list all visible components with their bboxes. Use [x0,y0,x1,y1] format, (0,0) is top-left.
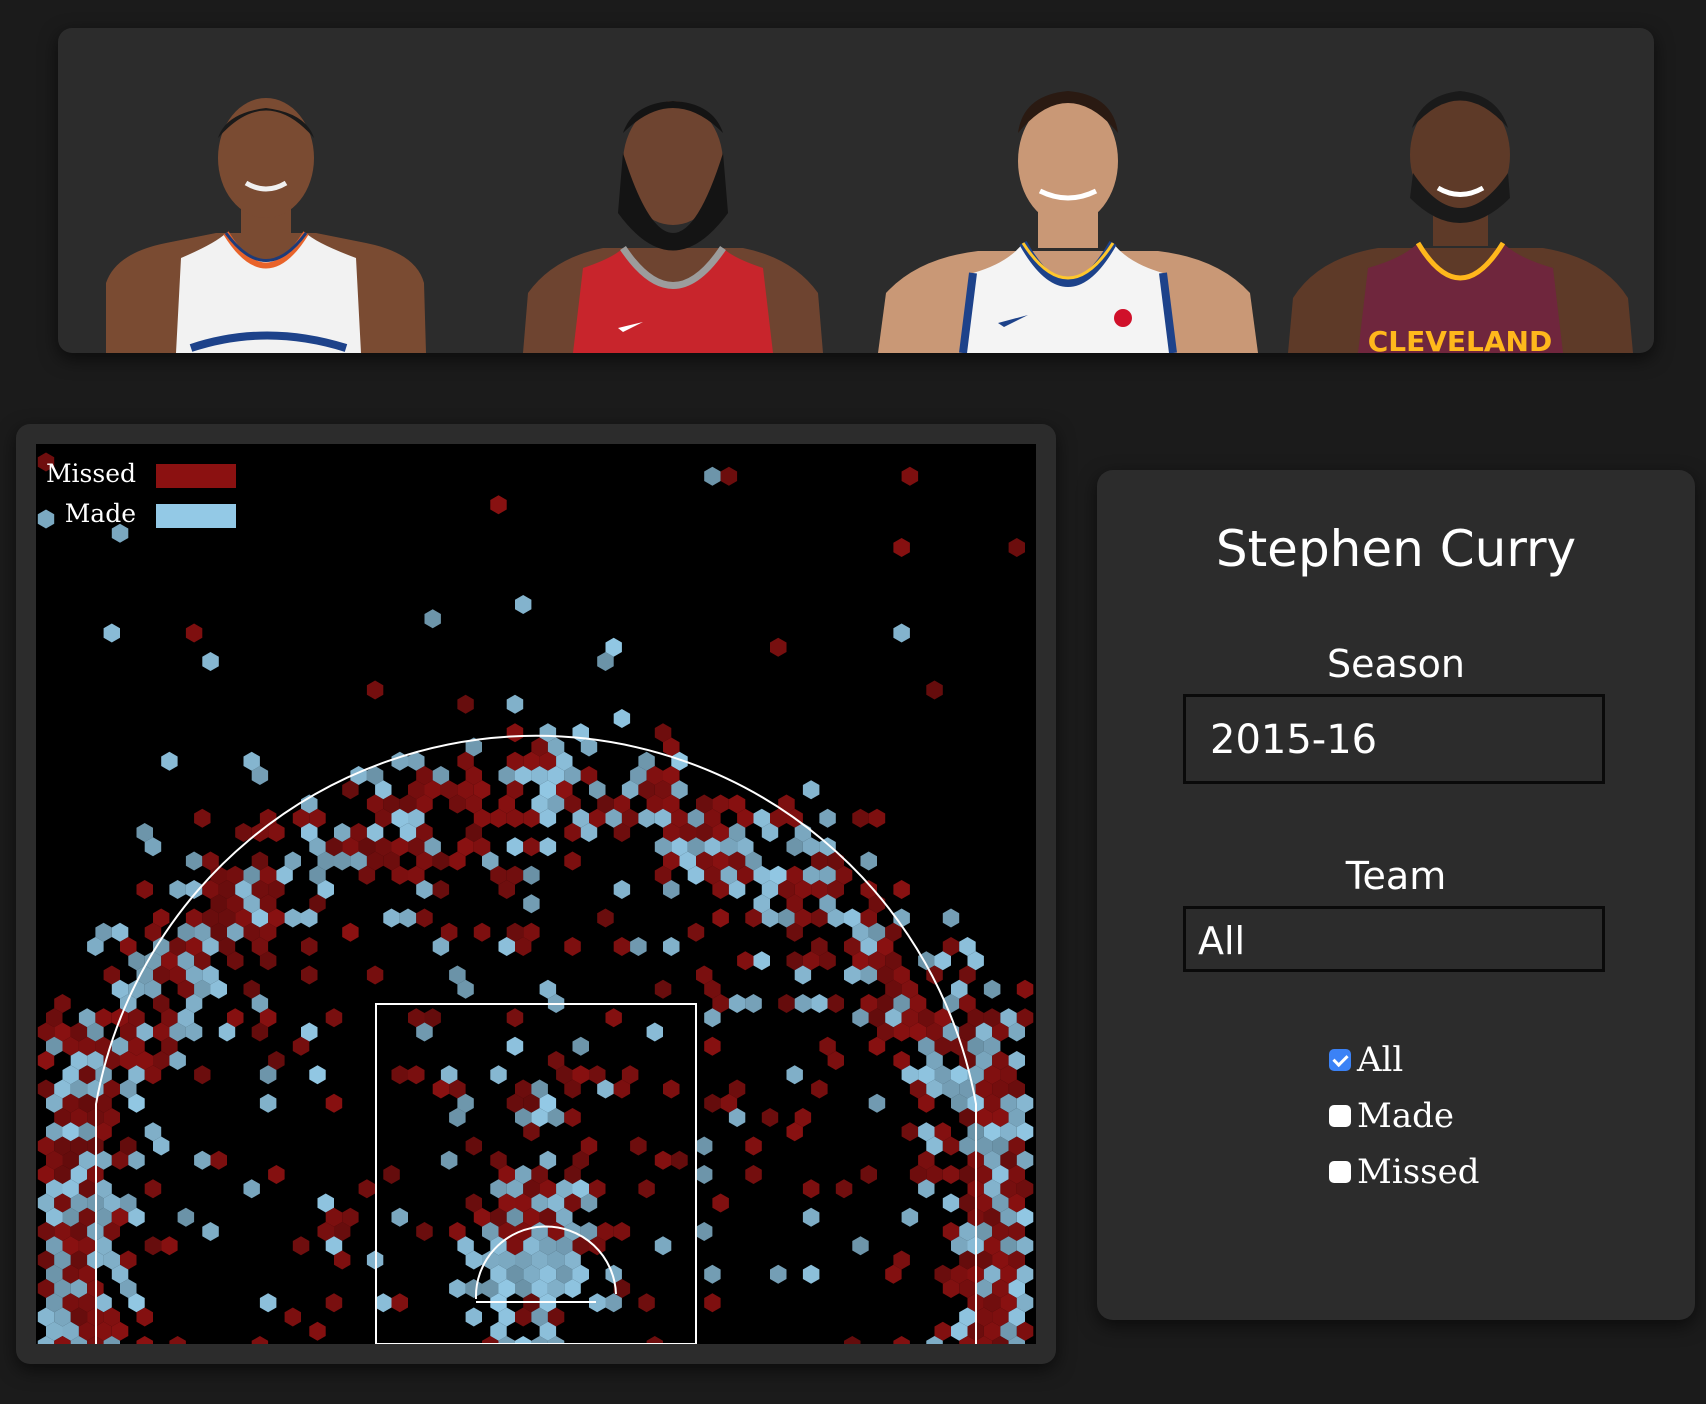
filter-all-checkbox[interactable] [1329,1049,1351,1071]
filter-missed-row[interactable]: Missed [1329,1150,1479,1194]
filter-missed-label: Missed [1357,1152,1480,1192]
team-select[interactable]: All [1183,906,1605,972]
curry-portrait [878,91,1258,353]
legend-made-swatch [156,504,236,528]
player-headshot-harden[interactable] [523,83,823,353]
filter-missed-checkbox[interactable] [1329,1161,1351,1183]
player-selector-bar: CLEVELAND [58,28,1654,353]
player-headshot-westbrook[interactable] [106,83,426,353]
filter-all-row[interactable]: All [1329,1038,1403,1082]
player-headshot-curry[interactable] [878,73,1258,353]
westbrook-portrait [106,98,426,353]
filter-made-label: Made [1357,1096,1454,1136]
lebron-portrait: CLEVELAND [1288,91,1633,353]
filter-all-label: All [1357,1040,1404,1080]
shot-chart-panel: Missed Made [16,424,1056,1364]
filter-made-checkbox[interactable] [1329,1105,1351,1127]
legend-made-label: Made [65,499,136,528]
shot-chart: Missed Made [36,444,1036,1344]
filter-made-row[interactable]: Made [1329,1094,1454,1138]
season-label: Season [1327,642,1465,686]
legend-missed-swatch [156,464,236,488]
lebron-jersey-text: CLEVELAND [1368,325,1553,353]
team-label: Team [1345,854,1447,898]
legend-missed-label: Missed [46,459,136,488]
harden-portrait [523,101,823,353]
player-headshot-lebron[interactable]: CLEVELAND [1288,73,1633,353]
season-select[interactable]: 2015-16 [1183,694,1605,784]
control-panel: Stephen Curry Season 2015-16 Team All Al… [1097,470,1695,1320]
selected-player-name: Stephen Curry [1215,520,1577,578]
